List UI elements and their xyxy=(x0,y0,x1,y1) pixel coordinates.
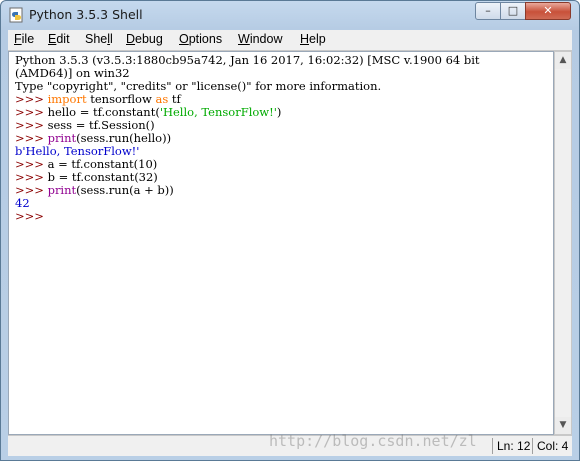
code-text: tensorflow xyxy=(86,92,156,106)
keyword: as xyxy=(155,92,169,106)
shell-text-area[interactable]: Python 3.5.3 (v3.5.3:1880cb95a742, Jan 1… xyxy=(8,51,554,435)
menu-help-label: elp xyxy=(309,32,326,46)
menu-options[interactable]: Options xyxy=(179,32,222,46)
prompt: >>> xyxy=(15,170,48,184)
menu-file-label: ile xyxy=(21,32,35,46)
idle-shell-window: Python 3.5.3 Shell – □ ✕ File Edit Shell… xyxy=(0,0,580,461)
menu-debug[interactable]: Debug xyxy=(126,32,163,46)
menu-window-label: indow xyxy=(249,32,283,46)
code-text: (sess.run(hello)) xyxy=(76,131,172,145)
builtin-function: print xyxy=(47,131,77,145)
prompt: >>> xyxy=(15,157,48,171)
minimize-button[interactable]: – xyxy=(475,2,501,20)
code-text: (sess.run(a + b)) xyxy=(76,183,174,197)
menu-options-label: ptions xyxy=(188,32,223,46)
menu-edit-label: dit xyxy=(56,32,70,46)
menu-file-mnemonic: F xyxy=(14,32,22,46)
window-title: Python 3.5.3 Shell xyxy=(29,7,143,22)
line-number-status: Ln: 12 xyxy=(497,439,531,453)
menu-help-mnemonic: H xyxy=(300,32,310,46)
menu-bar: File Edit Shell Debug Options Window Hel… xyxy=(8,30,572,51)
maximize-button[interactable]: □ xyxy=(500,2,526,20)
prompt: >>> xyxy=(15,131,48,145)
scroll-down-button[interactable]: ▼ xyxy=(555,417,571,434)
code-text: tf xyxy=(168,92,181,106)
keyword: import xyxy=(47,92,87,106)
code-text: b = tf.constant(32) xyxy=(47,170,158,184)
menu-options-mnemonic: O xyxy=(179,32,189,46)
menu-debug-mnemonic: D xyxy=(126,32,136,46)
watermark: http://blog.csdn.net/zl xyxy=(269,432,477,450)
code-text: ) xyxy=(276,105,282,119)
scroll-up-button[interactable]: ▲ xyxy=(555,52,571,69)
menu-shell-label-start: She xyxy=(85,32,108,46)
menu-debug-label: ebug xyxy=(135,32,163,46)
python-idle-icon xyxy=(9,7,23,23)
string-literal: 'Hello, TensorFlow!' xyxy=(159,105,277,119)
code-text: hello = tf.constant( xyxy=(47,105,160,119)
maximize-icon: □ xyxy=(507,4,519,17)
menu-edit[interactable]: Edit xyxy=(48,32,70,46)
scroll-down-icon: ▼ xyxy=(559,420,567,430)
minimize-icon: – xyxy=(485,4,491,17)
scroll-up-icon: ▲ xyxy=(559,55,567,65)
column-number-status: Col: 4 xyxy=(537,439,569,453)
builtin-function: print xyxy=(47,183,77,197)
menu-help[interactable]: Help xyxy=(300,32,326,46)
code-text: sess = tf.Session() xyxy=(47,118,155,132)
vertical-scrollbar[interactable]: ▲ ▼ xyxy=(554,51,572,435)
prompt: >>> xyxy=(15,183,48,197)
menu-window-mnemonic: W xyxy=(238,32,250,46)
prompt: >>> xyxy=(15,105,48,119)
menu-shell-label-end: l xyxy=(110,32,113,46)
code-text: a = tf.constant(10) xyxy=(47,157,158,171)
prompt: >>> xyxy=(15,118,48,132)
shell-input-line: >>> print(sess.run(a + b)) xyxy=(15,184,174,197)
prompt: >>> xyxy=(15,209,44,223)
title-bar[interactable]: Python 3.5.3 Shell – □ ✕ xyxy=(1,1,579,29)
menu-shell[interactable]: Shell xyxy=(85,32,113,46)
close-button[interactable]: ✕ xyxy=(525,2,571,20)
status-divider xyxy=(532,438,533,454)
status-divider xyxy=(492,438,493,454)
close-icon: ✕ xyxy=(543,4,553,17)
menu-file[interactable]: File xyxy=(14,32,34,46)
shell-input-line: >>> xyxy=(15,210,44,223)
menu-window[interactable]: Window xyxy=(238,32,282,46)
prompt: >>> xyxy=(15,92,48,106)
